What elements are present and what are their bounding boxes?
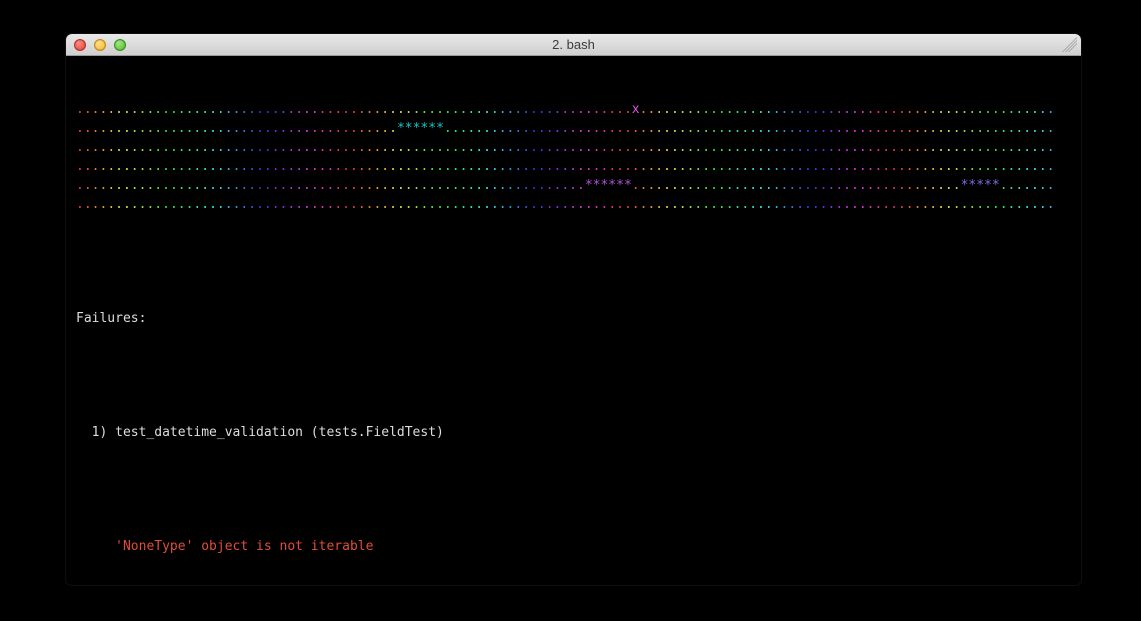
window-title: 2. bash	[66, 34, 1081, 56]
terminal-content[interactable]: ........................................…	[66, 56, 1081, 585]
failure-title: 1) test_datetime_validation (tests.Field…	[76, 423, 1071, 442]
failure-error: 'NoneType' object is not iterable	[76, 537, 1071, 556]
titlebar[interactable]: 2. bash	[66, 34, 1081, 56]
zoom-button[interactable]	[114, 39, 126, 51]
failures-header: Failures:	[76, 309, 1071, 328]
test-progress-dots: ........................................…	[76, 100, 1071, 214]
close-button[interactable]	[74, 39, 86, 51]
terminal-window: 2. bash ................................…	[66, 34, 1081, 585]
resize-icon[interactable]	[1062, 37, 1077, 52]
blank-line	[76, 252, 1071, 271]
minimize-button[interactable]	[94, 39, 106, 51]
blank-line	[76, 480, 1071, 499]
blank-line	[76, 366, 1071, 385]
traffic-lights	[74, 39, 126, 51]
